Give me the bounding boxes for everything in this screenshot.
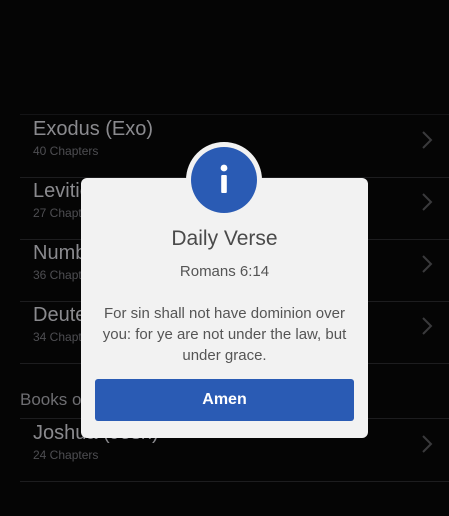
info-icon: [191, 147, 257, 213]
chevron-right-icon: [422, 131, 433, 149]
dialog-title: Daily Verse: [171, 227, 278, 250]
chapter-count: 40 Chapters: [33, 144, 99, 158]
chevron-right-icon: [422, 255, 433, 273]
info-glyph: [220, 164, 228, 193]
amen-button[interactable]: Amen: [95, 379, 354, 421]
chevron-right-icon: [422, 435, 433, 453]
screen: Exodus (Exo) 40 Chapters Leviticus (Lev)…: [0, 0, 449, 516]
chapter-count: 24 Chapters: [33, 448, 99, 462]
info-badge: [186, 142, 262, 218]
chevron-right-icon: [422, 317, 433, 335]
verse-text: For sin shall not have dominion over you…: [102, 305, 347, 364]
chevron-right-icon: [422, 193, 433, 211]
book-title: Exodus (Exo): [33, 118, 154, 140]
verse-reference: Romans 6:14: [179, 263, 270, 280]
